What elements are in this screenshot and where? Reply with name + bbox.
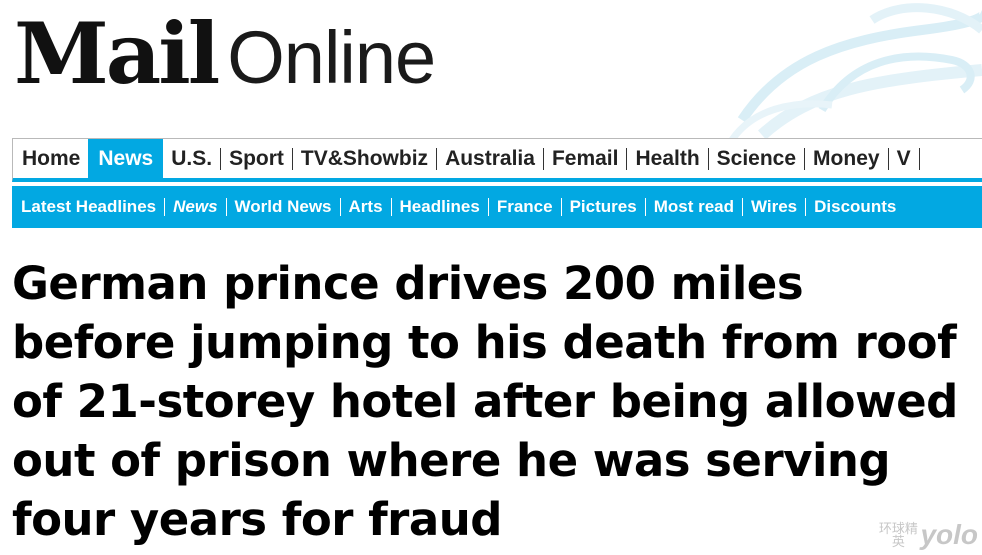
watermark-cn-text: 环球精英 (878, 521, 918, 549)
nav-item-sport[interactable]: Sport (221, 147, 293, 170)
nav-item-money[interactable]: Money (805, 147, 889, 170)
logo-online-text: Online (227, 16, 436, 99)
decorative-wave-graphic (729, 3, 982, 140)
primary-nav: Home News U.S. Sport TV&Showbiz Australia Fema… (12, 138, 982, 182)
subnav-item-discounts[interactable]: Discounts (806, 198, 904, 216)
nav-item-u-s-[interactable]: U.S. (163, 147, 222, 170)
article-headline: German prince drives 200 miles before ju… (12, 257, 958, 546)
subnav-item-world-news[interactable]: World News (227, 198, 341, 216)
subnav-item-wires[interactable]: Wires (743, 198, 807, 216)
nav-item-v[interactable]: V (889, 147, 920, 170)
logo-mail-text: Mail (14, 4, 220, 103)
subnav-item-most-read[interactable]: Most read (646, 198, 743, 216)
subnav-item-pictures[interactable]: Pictures (562, 198, 646, 216)
nav-item-home[interactable]: Home (13, 147, 88, 170)
subnav-item-arts[interactable]: Arts (341, 198, 392, 216)
secondary-nav: Latest Headlines News World News Arts Headli… (12, 186, 982, 228)
nav-item-news[interactable]: News (88, 139, 164, 178)
subnav-item-news[interactable]: News (165, 198, 227, 216)
watermark: 环球精英 yolo (878, 521, 978, 549)
nav-item-australia[interactable]: Australia (437, 147, 544, 170)
nav-item-science[interactable]: Science (709, 147, 806, 170)
subnav-item-france[interactable]: France (489, 198, 562, 216)
subnav-item-latest-headlines[interactable]: Latest Headlines (21, 198, 166, 216)
nav-item-tv-showbiz[interactable]: TV&Showbiz (293, 147, 438, 170)
nav-item-femail[interactable]: Femail (544, 147, 628, 170)
watermark-en-text: yolo (920, 519, 978, 550)
site-logo[interactable]: Mail Online (14, 4, 436, 103)
nav-item-health[interactable]: Health (627, 147, 709, 170)
subnav-item-headlines[interactable]: Headlines (392, 198, 489, 216)
